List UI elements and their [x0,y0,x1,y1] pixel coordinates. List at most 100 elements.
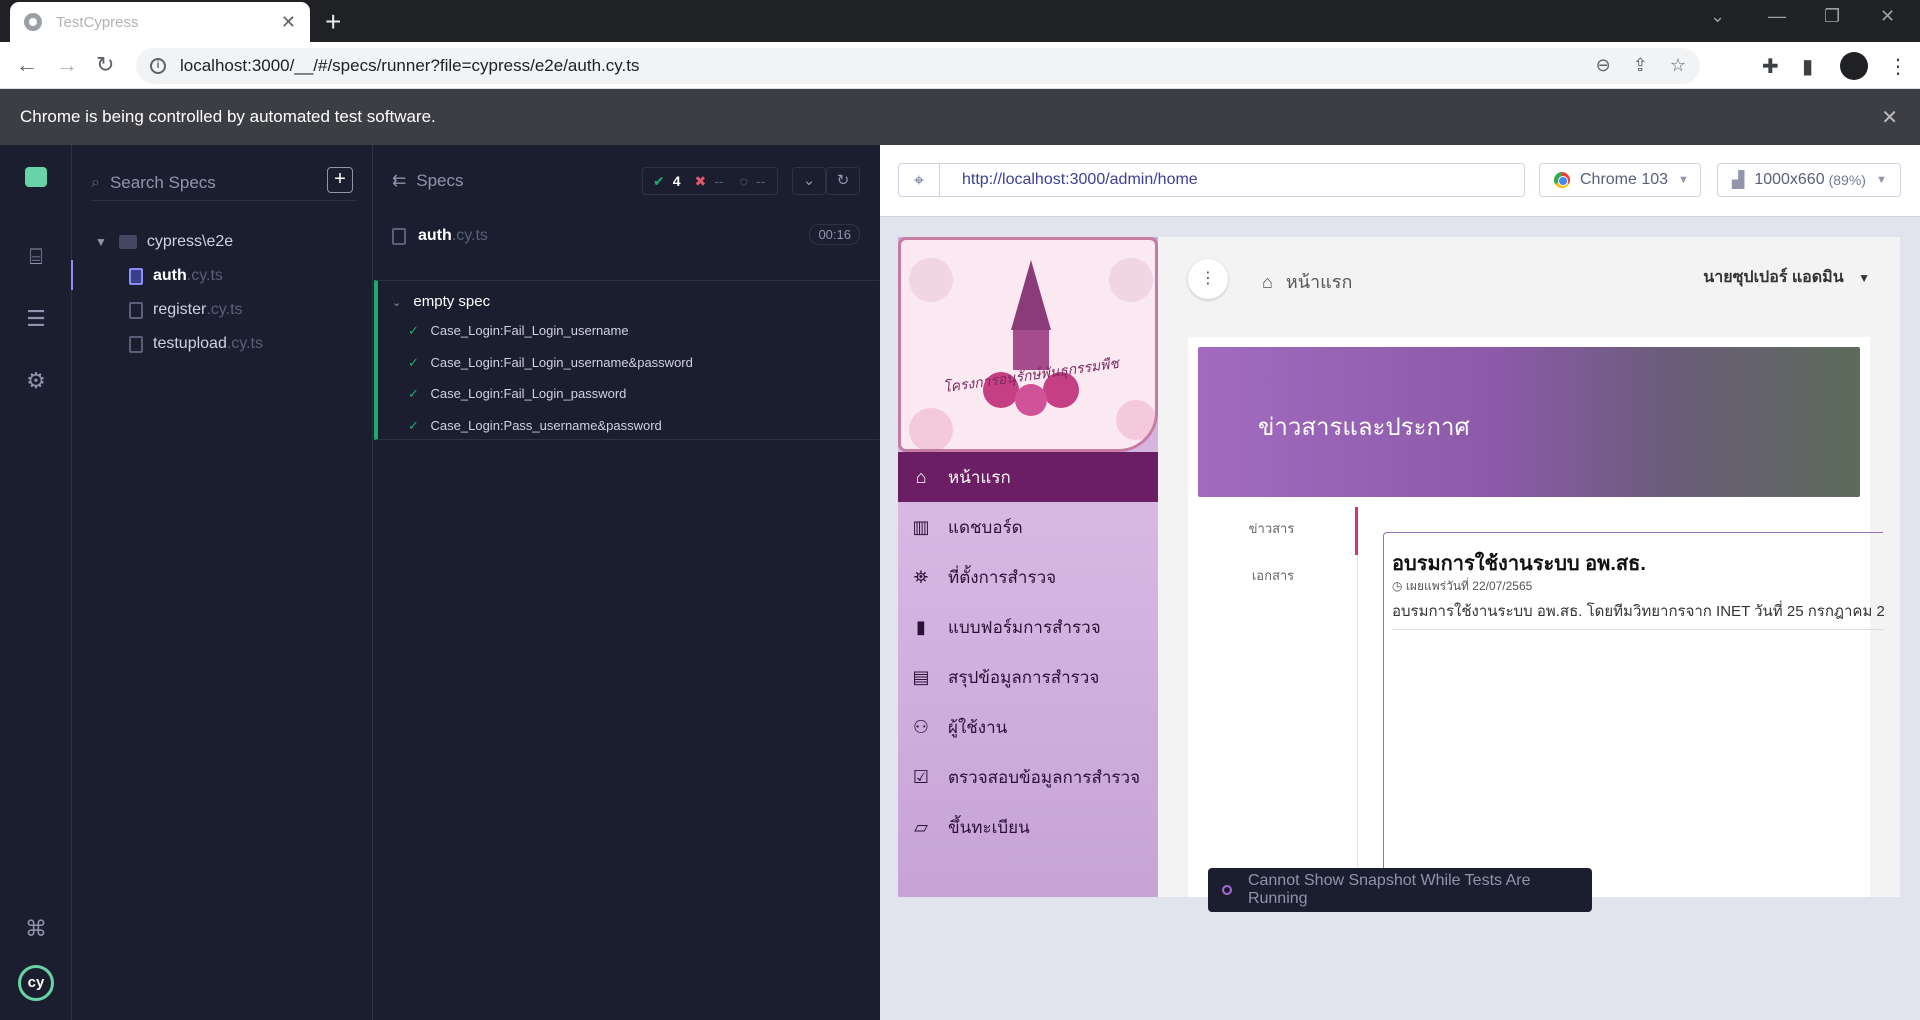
selector-playground-icon[interactable]: ⌖ [898,163,940,197]
new-tab-icon[interactable]: + [325,6,341,38]
users-icon: ⚇ [912,716,930,737]
specs-nav-icon[interactable]: ⌸ [22,243,50,271]
browser-selector[interactable]: Chrome 103 ▼ [1539,163,1701,197]
tab-close-icon[interactable]: ✕ [281,12,296,33]
tab-title: TestCypress [56,13,139,31]
user-name: นายซุปเปอร์ แอดมิน [1703,269,1844,286]
spec-file-testupload[interactable]: testupload .cy.ts [129,335,263,353]
restore-icon[interactable]: ❐ [1824,6,1840,27]
back-icon[interactable]: ← [16,52,38,78]
rerun-button[interactable]: ↻ [826,167,860,195]
news-item[interactable]: อบรมการใช้งานระบบ อพ.สธ. ◷ เผยแพร่วันที่… [1383,532,1884,897]
specs-list-panel: ⌕ Search Specs + ▼ cypress\e2e auth .cy.… [73,145,373,1020]
running-spec-ext: .cy.ts [451,227,488,244]
viewport-size: 1000x660 [1754,171,1825,188]
profile-avatar[interactable] [1840,52,1868,80]
test-title: Case_Login:Pass_username&password [430,418,662,433]
app-main: ⋮ ⌂ หน้าแรก นายซุปเปอร์ แอดมิน ▼ ข่าวสาร… [1158,237,1900,897]
menu-label: หน้าแรก [948,467,1011,487]
pending-count: -- [755,173,766,189]
clock-icon: ◷ [1392,579,1403,593]
reload-icon[interactable]: ↻ [96,52,114,78]
folder-icon [118,235,137,249]
menu-item-dashboard[interactable]: ▥ แดชบอร์ด [898,502,1158,552]
side-panel-icon[interactable]: ▮ [1802,54,1813,79]
suite-title-label: empty spec [413,293,491,310]
automation-banner: Chrome is being controlled by automated … [0,89,1920,145]
menu-item-form[interactable]: ▮ แบบฟอร์มการสำรวจ [898,602,1158,652]
menu-label: ผู้ใช้งาน [948,717,1008,737]
viewport-info[interactable]: ▟ 1000x660 (89%) ▼ [1717,163,1901,197]
banner-close-icon[interactable]: ✕ [1881,105,1898,130]
menu-item-location[interactable]: ⛯ ที่ตั้งการสำรวจ [898,552,1158,602]
suite-block[interactable]: ⌄ empty spec ✓ Case_Login:Fail_Login_use… [374,280,879,440]
runs-nav-icon[interactable]: ☰ [22,305,50,333]
keyboard-shortcuts-icon[interactable]: ⌘ [22,915,50,943]
search-specs-field[interactable]: ⌕ Search Specs [91,165,357,201]
file-icon: ▮ [916,616,926,637]
spec-file-ext: .cy.ts [206,301,243,318]
user-menu[interactable]: นายซุปเปอร์ แอดมิน ▼ [1703,265,1870,290]
toast-text: Cannot Show Snapshot While Tests Are Run… [1247,872,1531,907]
viewport-scale: (89%) [1828,172,1866,188]
check-icon: ✓ [408,355,419,370]
omnibox[interactable]: i localhost:3000/__/#/specs/runner?file=… [136,48,1700,84]
forward-icon[interactable]: → [56,52,78,78]
chevron-down-icon: ▼ [1875,174,1887,186]
extensions-icon[interactable]: ✚ [1762,54,1779,79]
automation-banner-text: Chrome is being controlled by automated … [20,107,436,126]
running-spec-name: auth [418,227,452,244]
tab-favicon-icon [24,13,42,31]
test-options-button[interactable]: ⌄ [792,167,826,195]
test-title: Case_Login:Fail_Login_username&password [430,355,693,370]
zoom-icon[interactable]: ⊖ [1596,55,1611,76]
test-row[interactable]: ✓ Case_Login:Pass_username&password [408,418,662,434]
document-icon [129,335,143,353]
site-info-icon[interactable]: i [150,58,166,74]
search-icon: ⌕ [91,173,100,191]
new-spec-button[interactable]: + [327,167,353,193]
menu-label: แบบฟอร์มการสำรวจ [948,617,1101,637]
suite-title[interactable]: ⌄ empty spec [392,293,490,310]
spec-file-register[interactable]: register .cy.ts [129,301,243,319]
bookmark-star-icon[interactable]: ☆ [1670,55,1686,76]
window-close-icon[interactable]: ✕ [1880,6,1895,27]
chart-icon: ▥ [912,516,930,537]
map-icon: ⛯ [913,566,929,587]
app-logo: โครงการอนุรักษ์พันธุกรรมพืช [898,237,1158,452]
test-row[interactable]: ✓ Case_Login:Fail_Login_username&passwor… [408,355,693,371]
app-topbar: ⋮ ⌂ หน้าแรก นายซุปเปอร์ แอดมิน ▼ [1158,237,1900,317]
app-under-test: โครงการอนุรักษ์พันธุกรรมพืช ⌂ หน้าแรก ▥ … [898,237,1900,897]
omnibox-url[interactable]: localhost:3000/__/#/specs/runner?file=cy… [180,56,639,76]
menu-toggle-button[interactable]: ⋮ [1188,259,1228,299]
test-row[interactable]: ✓ Case_Login:Fail_Login_username [408,323,629,339]
project-icon[interactable] [25,167,47,187]
reporter-header[interactable]: ⇇ Specs [392,171,464,191]
browser-tab[interactable]: TestCypress ✕ [10,2,310,42]
menu-item-verify[interactable]: ☑ ตรวจสอบข้อมูลการสำรวจ [898,752,1158,802]
tab-search-icon[interactable]: ⌄ [1710,6,1725,27]
settings-gear-icon[interactable]: ⚙ [22,367,50,395]
ruler-icon: ▟ [1732,172,1745,189]
menu-label: แดชบอร์ด [948,517,1023,537]
spec-file-auth[interactable]: auth .cy.ts [129,267,223,285]
test-row[interactable]: ✓ Case_Login:Fail_Login_password [408,386,626,402]
menu-item-summary[interactable]: ▤ สรุปข้อมูลการสำรวจ [898,652,1158,702]
chrome-menu-icon[interactable]: ⋮ [1888,54,1908,79]
share-icon[interactable]: ⇪ [1633,55,1648,76]
document-icon [129,301,143,319]
aut-toolbar: ⌖ http://localhost:3000/admin/home Chrom… [880,145,1920,217]
check-icon: ✓ [408,386,419,401]
tab-documents[interactable]: เอกสาร [1188,565,1358,586]
menu-item-register[interactable]: ▱ ขึ้นทะเบียน [898,802,1158,852]
minimize-icon[interactable]: — [1768,6,1786,27]
menu-item-users[interactable]: ⚇ ผู้ใช้งาน [898,702,1158,752]
address-bar: ← → ↻ i localhost:3000/__/#/specs/runner… [0,42,1920,89]
banner-title: ข่าวสารและประกาศ [1258,414,1470,441]
aut-url[interactable]: http://localhost:3000/admin/home [939,163,1525,197]
chevron-down-icon: ▼ [95,235,107,249]
menu-item-home[interactable]: ⌂ หน้าแรก [898,452,1158,502]
folder-row[interactable]: ▼ cypress\e2e [95,233,233,251]
collapse-specs-icon: ⇇ [392,171,407,190]
tab-news[interactable]: ข่าวสาร [1188,507,1358,555]
